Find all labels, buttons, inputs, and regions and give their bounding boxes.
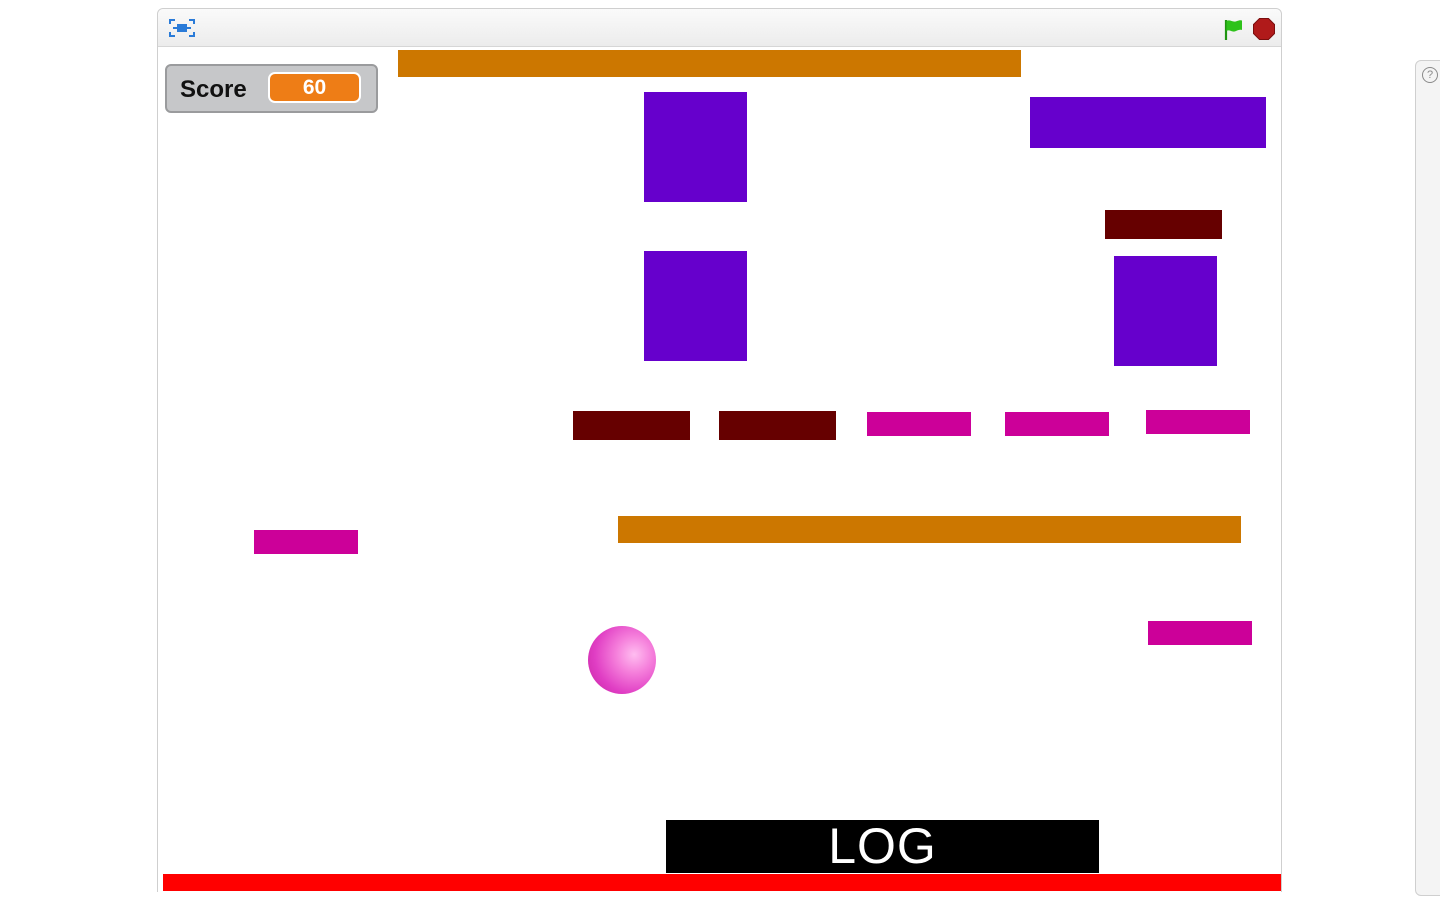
dark-red-brick — [573, 411, 690, 440]
fullscreen-icon[interactable] — [168, 17, 196, 39]
stage-player: Score 60 LOG — [157, 8, 1282, 893]
score-label: Score — [180, 76, 247, 103]
magenta-brick — [1005, 412, 1109, 436]
orange-bar-top — [398, 50, 1021, 77]
game-stage[interactable]: Score 60 LOG — [158, 47, 1281, 893]
help-icon[interactable]: ? — [1422, 67, 1438, 83]
ball-sprite — [588, 626, 656, 694]
dark-red-brick — [1105, 210, 1222, 239]
stop-sign-icon[interactable] — [1252, 17, 1276, 41]
dark-red-brick — [719, 411, 836, 440]
magenta-brick — [1146, 410, 1250, 434]
stage-titlebar — [158, 9, 1281, 47]
purple-block — [644, 92, 747, 202]
magenta-brick — [1148, 621, 1252, 645]
purple-block — [644, 251, 747, 361]
log-paddle: LOG — [666, 820, 1099, 873]
orange-bar-middle — [618, 516, 1241, 543]
magenta-brick — [254, 530, 358, 554]
purple-block — [1030, 97, 1266, 148]
magenta-brick — [867, 412, 971, 436]
green-flag-icon[interactable] — [1221, 17, 1245, 41]
score-value: 60 — [268, 72, 361, 103]
score-monitor: Score 60 — [165, 64, 378, 113]
side-panel: ? — [1415, 60, 1440, 896]
red-floor — [163, 874, 1281, 891]
purple-block — [1114, 256, 1217, 366]
